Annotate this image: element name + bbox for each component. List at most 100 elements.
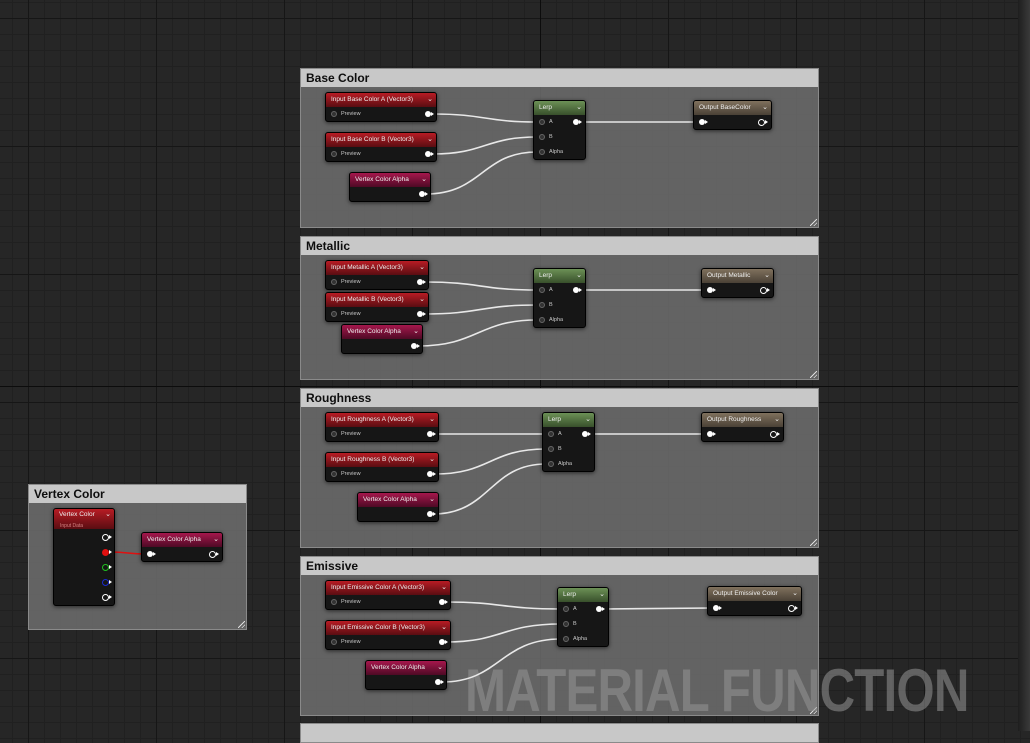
chevron-down-icon[interactable]: ⌄ [427,133,433,147]
chevron-down-icon[interactable]: ⌄ [429,493,435,507]
input-pin-icon[interactable] [707,287,716,293]
pin-icon[interactable] [539,316,545,323]
pin-row-preview[interactable]: Preview [331,430,361,438]
chevron-down-icon[interactable]: ⌄ [429,453,435,467]
chevron-down-icon[interactable]: ⌄ [413,325,419,339]
pin-row-alpha[interactable]: Alpha [563,635,587,643]
output-pin-icon[interactable] [425,111,434,117]
pin-icon[interactable] [539,118,545,125]
chevron-down-icon[interactable]: ⌄ [599,588,605,602]
output-pin-alpha-icon[interactable] [102,594,112,601]
chevron-down-icon[interactable]: ⌄ [213,533,219,547]
input-node-emissive-b[interactable]: Input Emissive Color B (Vector3) ⌄ Previe… [325,620,451,650]
pin-icon[interactable] [331,310,337,317]
input-node-emissive-a[interactable]: Input Emissive Color A (Vector3) ⌄ Previe… [325,580,451,610]
output-pin-icon[interactable] [439,639,448,645]
pin-row-preview[interactable]: Preview [331,110,361,118]
chevron-down-icon[interactable]: ⌄ [576,269,582,283]
output-pin-icon[interactable] [760,287,770,294]
pin-icon[interactable] [539,286,545,293]
output-node-emissive[interactable]: Output Emissive Color ⌄ [707,586,802,616]
pin-icon[interactable] [331,470,337,477]
pin-icon[interactable] [548,460,554,467]
pin-row-preview[interactable]: Preview [331,638,361,646]
chevron-down-icon[interactable]: ⌄ [437,661,443,675]
pin-row-preview[interactable]: Preview [331,150,361,158]
pin-icon[interactable] [539,301,545,308]
input-pin-icon[interactable] [699,119,708,125]
chevron-down-icon[interactable]: ⌄ [427,93,433,107]
pin-row-preview[interactable]: Preview [331,470,361,478]
vertex-color-alpha-node[interactable]: Vertex Color Alpha ⌄ [141,532,223,562]
output-pin-blue-icon[interactable] [102,579,112,586]
pin-icon[interactable] [331,278,337,285]
chevron-down-icon[interactable]: ⌄ [419,293,425,307]
chevron-down-icon[interactable]: ⌄ [441,621,447,635]
chevron-down-icon[interactable]: ⌄ [764,269,770,283]
output-pin-icon[interactable] [419,191,428,197]
vertex-color-alpha-node[interactable]: Vertex Color Alpha ⌄ [365,660,447,690]
output-pin-icon[interactable] [439,599,448,605]
chevron-down-icon[interactable]: ⌄ [429,413,435,427]
pin-row-alpha[interactable]: Alpha [539,148,563,156]
output-node-roughness[interactable]: Output Roughness ⌄ [701,412,784,442]
vertex-color-alpha-node[interactable]: Vertex Color Alpha ⌄ [357,492,439,522]
pin-row-preview[interactable]: Preview [331,310,361,318]
vertex-color-node[interactable]: Vertex Color ⌄ Input Data [53,508,115,606]
output-pin-icon[interactable] [411,343,420,349]
vertex-color-alpha-node[interactable]: Vertex Color Alpha ⌄ [349,172,431,202]
output-pin-icon[interactable] [573,287,582,293]
output-node-basecolor[interactable]: Output BaseColor ⌄ [693,100,772,130]
pin-icon[interactable] [563,635,569,642]
pin-row-alpha[interactable]: Alpha [539,316,563,324]
pin-icon[interactable] [548,445,554,452]
pin-icon[interactable] [331,110,337,117]
chevron-down-icon[interactable]: ⌄ [441,581,447,595]
input-node-roughness-b[interactable]: Input Roughness B (Vector3) ⌄ Preview [325,452,439,482]
output-pin-red-icon[interactable] [102,549,112,556]
output-pin-icon[interactable] [596,606,605,612]
output-pin-icon[interactable] [758,119,768,126]
pin-icon[interactable] [539,148,545,155]
chevron-down-icon[interactable]: ⌄ [774,413,780,427]
output-pin-icon[interactable] [417,311,426,317]
lerp-node[interactable]: Lerp ⌄ A B Alpha [533,100,586,160]
pin-icon[interactable] [548,430,554,437]
output-pin-icon[interactable] [427,511,436,517]
input-node-metallic-b[interactable]: Input Metallic B (Vector3) ⌄ Preview [325,292,429,322]
output-pin-icon[interactable] [427,471,436,477]
pin-icon[interactable] [331,430,337,437]
output-pin-icon[interactable] [573,119,582,125]
output-node-metallic[interactable]: Output Metallic ⌄ [701,268,774,298]
output-pin-icon[interactable] [435,679,444,685]
input-node-base-color-b[interactable]: Input Base Color B (Vector3) ⌄ Preview [325,132,437,162]
output-pin-icon[interactable] [788,605,798,612]
pin-row-b[interactable]: B [539,133,553,141]
pin-row-preview[interactable]: Preview [331,278,361,286]
chevron-down-icon[interactable]: ⌄ [585,413,591,427]
pin-icon[interactable] [331,150,337,157]
chevron-down-icon[interactable]: ⌄ [792,587,798,601]
output-pin-green-icon[interactable] [102,564,112,571]
pin-row-b[interactable]: B [563,620,577,628]
lerp-node[interactable]: Lerp ⌄ A B Alpha [533,268,586,328]
input-pin-icon[interactable] [713,605,722,611]
chevron-down-icon[interactable]: ⌄ [419,261,425,275]
pin-row-a[interactable]: A [563,605,577,613]
output-pin-rgb-icon[interactable] [102,534,112,541]
pin-icon[interactable] [563,605,569,612]
input-node-metallic-a[interactable]: Input Metallic A (Vector3) ⌄ Preview [325,260,429,290]
output-pin-icon[interactable] [582,431,591,437]
output-pin-icon[interactable] [770,431,780,438]
chevron-down-icon[interactable]: ⌄ [576,101,582,115]
input-pin-icon[interactable] [147,551,156,557]
chevron-down-icon[interactable]: ⌄ [105,509,111,521]
input-pin-icon[interactable] [707,431,716,437]
pin-row-b[interactable]: B [548,445,562,453]
output-pin-icon[interactable] [427,431,436,437]
chevron-down-icon[interactable]: ⌄ [762,101,768,115]
vertex-color-alpha-node[interactable]: Vertex Color Alpha ⌄ [341,324,423,354]
pin-row-a[interactable]: A [548,430,562,438]
pin-icon[interactable] [331,638,337,645]
chevron-down-icon[interactable]: ⌄ [421,173,427,187]
